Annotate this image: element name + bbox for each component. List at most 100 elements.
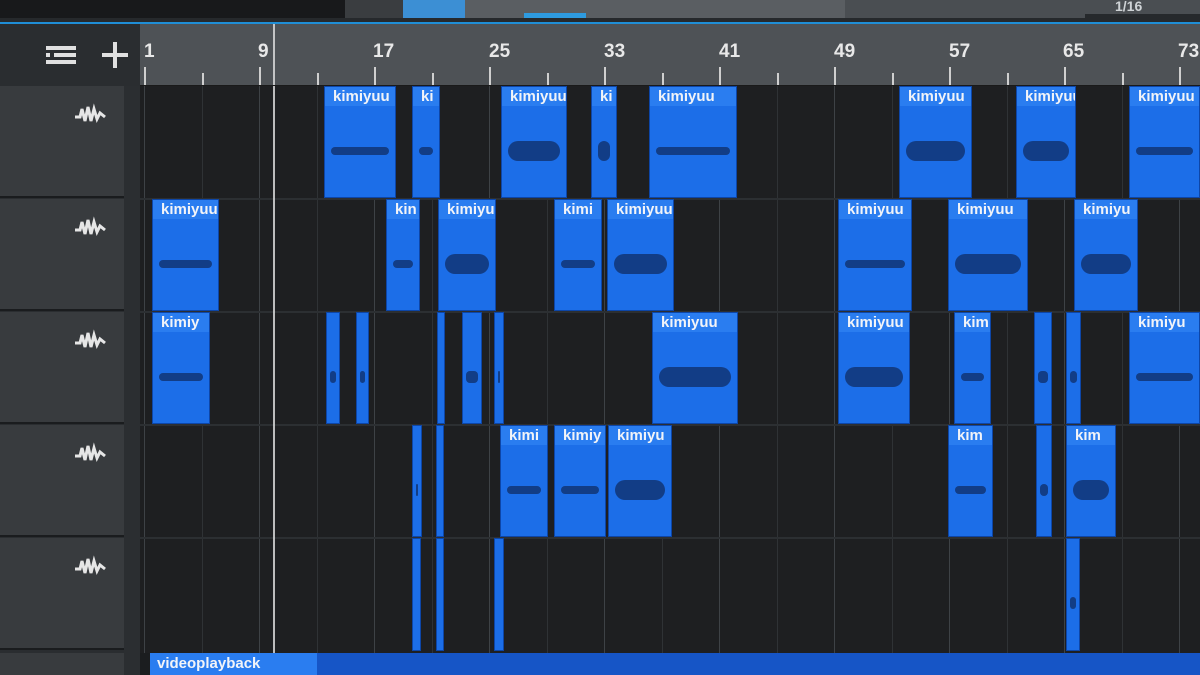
audio-event[interactable]: kimiyu — [438, 199, 496, 311]
waveform — [598, 140, 610, 161]
audio-event-sliver[interactable] — [462, 312, 482, 424]
audio-event-sliver[interactable] — [437, 312, 445, 424]
timeline-ruler[interactable]: 1 9 17 25 33 41 49 57 65 73 — [140, 24, 1200, 86]
waveform — [466, 370, 478, 383]
waveform-icon[interactable] — [73, 555, 107, 577]
quantize-readout[interactable]: 1/16 — [1085, 0, 1200, 14]
ruler-tick-minor — [317, 73, 319, 85]
audio-event[interactable]: kim — [948, 425, 993, 537]
audio-event[interactable]: kim — [1066, 425, 1116, 537]
video-event[interactable]: videoplayback — [150, 653, 1200, 675]
waveform-icon[interactable] — [73, 329, 107, 351]
ruler-tick-major — [259, 67, 261, 85]
audio-event[interactable]: kimi — [500, 425, 548, 537]
plus-icon — [102, 42, 128, 68]
ruler-tick-major — [949, 67, 951, 85]
waveform-icon[interactable] — [73, 442, 107, 464]
waveform — [1136, 372, 1193, 381]
audio-event[interactable]: kimiyu — [1074, 199, 1138, 311]
ruler-tick-minor — [777, 73, 779, 85]
bar-label: 17 — [373, 41, 395, 62]
audio-event[interactable]: kimiyuu — [1016, 86, 1076, 198]
waveform — [961, 372, 984, 381]
audio-event[interactable]: kimiyuu — [649, 86, 737, 198]
audio-event-sliver[interactable] — [1036, 425, 1052, 537]
waveform — [360, 370, 365, 383]
event-title: kin — [387, 200, 419, 219]
ruler-tick-major — [489, 67, 491, 85]
audio-event[interactable]: kimiyuu — [838, 199, 912, 311]
audio-event-sliver[interactable] — [494, 538, 504, 651]
waveform-icon[interactable] — [73, 216, 107, 238]
waveform — [1073, 479, 1109, 500]
audio-event-sliver[interactable] — [494, 312, 504, 424]
audio-event-sliver[interactable] — [356, 312, 369, 424]
grid-line — [777, 86, 778, 675]
waveform-icon[interactable] — [73, 103, 107, 125]
audio-event[interactable]: kimiyuu — [948, 199, 1028, 311]
list-icon — [46, 46, 76, 64]
arrangement-area[interactable]: kimiyuu ki kimiyuu ki kimiyuu kimiyuu ki… — [140, 86, 1200, 675]
waveform — [159, 372, 203, 381]
header-divider — [124, 86, 140, 675]
audio-event[interactable]: kimiy — [554, 425, 606, 537]
waveform — [393, 259, 413, 268]
ruler-tick-minor — [1122, 73, 1124, 85]
bar-label: 57 — [949, 41, 971, 62]
toolbar-toggle[interactable] — [403, 0, 465, 18]
waveform — [445, 253, 489, 274]
audio-event[interactable]: ki — [412, 86, 440, 198]
audio-event-sliver[interactable] — [1066, 538, 1080, 651]
video-track-lane: videoplayback — [140, 653, 1200, 675]
audio-event[interactable]: kin — [386, 199, 420, 311]
audio-event[interactable]: kimiyu — [608, 425, 672, 537]
audio-event-sliver[interactable] — [412, 538, 421, 651]
track-header[interactable] — [0, 86, 124, 198]
audio-event-sliver[interactable] — [1034, 312, 1052, 424]
grid-line — [1007, 86, 1008, 675]
event-title: kimiyuu — [839, 200, 911, 219]
waveform — [561, 485, 599, 494]
waveform — [1136, 146, 1193, 155]
playhead[interactable] — [273, 86, 275, 675]
audio-event[interactable]: kimiyuu — [607, 199, 674, 311]
event-title: kimiyuu — [653, 313, 737, 332]
audio-event[interactable]: kimiyuu — [152, 199, 219, 311]
track-list-button[interactable] — [44, 40, 78, 70]
audio-event[interactable]: kim — [954, 312, 991, 424]
video-track-header[interactable] — [0, 653, 124, 675]
audio-event[interactable]: kimiyuu — [324, 86, 396, 198]
audio-event-sliver[interactable] — [412, 425, 422, 537]
audio-event[interactable]: kimi — [554, 199, 602, 311]
audio-event-sliver[interactable] — [326, 312, 340, 424]
audio-event[interactable]: kimiy — [152, 312, 210, 424]
event-title: kimiyuu — [900, 87, 971, 106]
track-header[interactable] — [0, 425, 124, 537]
waveform — [507, 485, 541, 494]
track-header[interactable] — [0, 538, 124, 650]
bar-label: 33 — [604, 41, 626, 62]
audio-event-sliver[interactable] — [1066, 312, 1081, 424]
audio-event[interactable]: kimiyuu — [652, 312, 738, 424]
audio-event-sliver[interactable] — [436, 538, 444, 651]
waveform — [656, 146, 730, 155]
audio-event[interactable]: kimiyuu — [501, 86, 567, 198]
event-title: kimiyuu — [949, 200, 1027, 219]
ruler-tick-major — [1179, 67, 1181, 85]
event-title: kimiyu — [1075, 200, 1137, 219]
ruler-tick-minor — [202, 73, 204, 85]
audio-event[interactable]: kimiyuu — [838, 312, 910, 424]
audio-event[interactable]: kimiyuu — [899, 86, 972, 198]
track-header[interactable] — [0, 312, 124, 424]
audio-event-sliver[interactable] — [436, 425, 444, 537]
playhead-marker[interactable] — [273, 24, 275, 85]
event-title: kimiyu — [609, 426, 671, 445]
audio-event[interactable]: kimiyuu — [1129, 86, 1200, 198]
event-title: kimiyuu — [502, 87, 566, 106]
ruler-tick-major — [604, 67, 606, 85]
event-title: kim — [955, 313, 990, 332]
audio-event[interactable]: kimiyu — [1129, 312, 1200, 424]
audio-event[interactable]: ki — [591, 86, 617, 198]
track-header[interactable] — [0, 199, 124, 311]
add-track-button[interactable] — [98, 40, 132, 70]
